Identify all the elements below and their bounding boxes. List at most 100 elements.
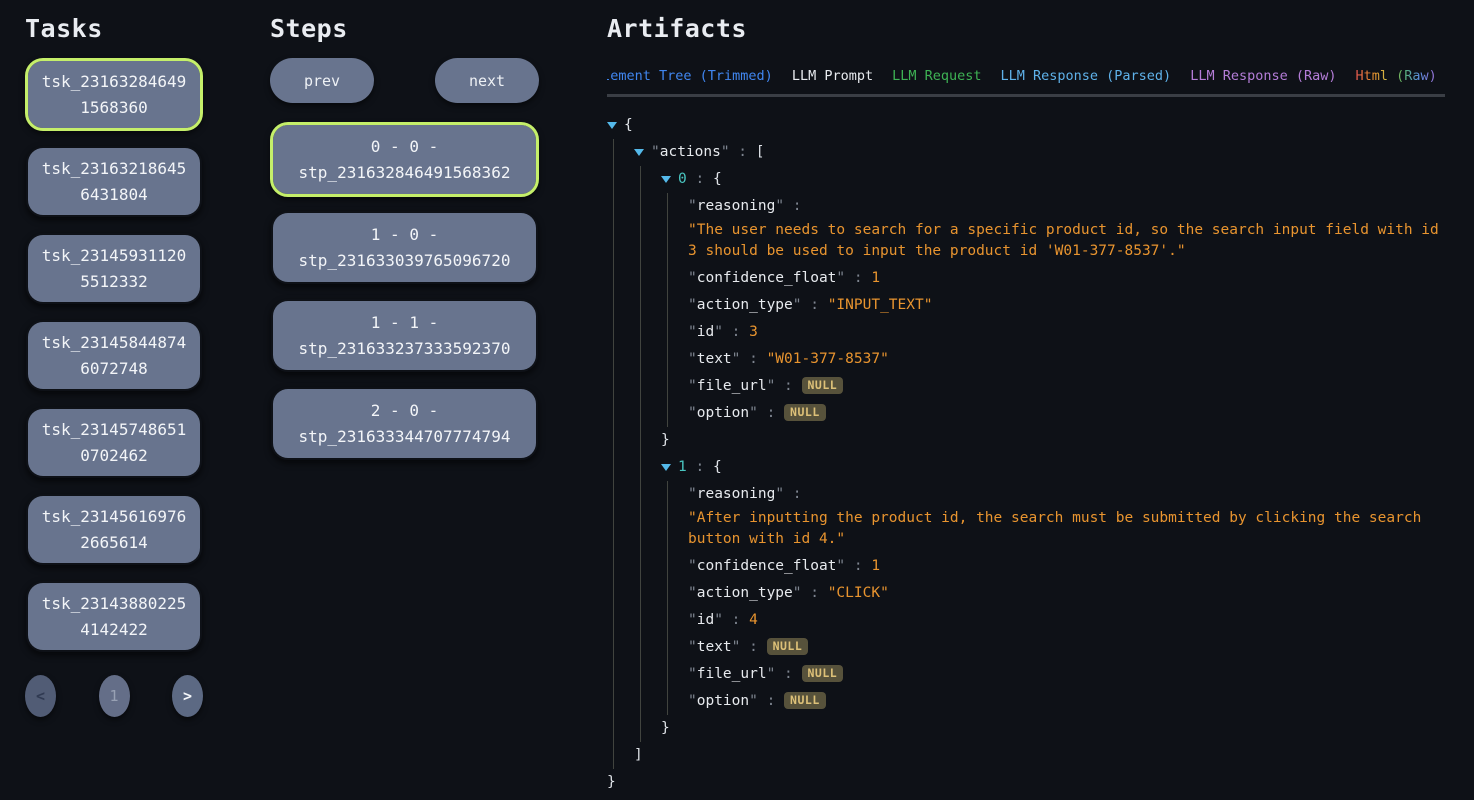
json-row-content: "option" : NULL: [688, 403, 1445, 424]
indent-guide: [607, 691, 634, 712]
tab-element-tree-trimmed[interactable]: Element Tree (Trimmed): [607, 67, 773, 94]
indent-guide: [607, 241, 634, 262]
json-token-q: ": [688, 351, 697, 367]
task-item-tsk-231632186456431804[interactable]: tsk_231632186456431804: [25, 145, 203, 218]
json-row-content: 3 should be used to input the product id…: [688, 241, 1445, 262]
collapse-arrow-icon[interactable]: [661, 457, 678, 478]
json-row: }: [607, 715, 1445, 742]
json-token-q: " :: [714, 612, 749, 628]
steps-nav: prev next: [270, 58, 539, 103]
json-row-content: }: [607, 772, 1445, 793]
indent-guide: [661, 583, 688, 604]
json-row-content: 0 : {: [678, 169, 1445, 190]
pagination-prev-button[interactable]: <: [25, 675, 56, 717]
json-token-p: {: [624, 117, 633, 133]
json-row: "confidence_float" : 1: [607, 553, 1445, 580]
indent-guide: [634, 637, 661, 658]
step-item-stp-231633237333592370[interactable]: 1 - 1 - stp_231633237333592370: [270, 298, 539, 373]
indent-guide: [634, 220, 661, 241]
indent-guide: [661, 637, 688, 658]
task-item-tsk-231459311205512332[interactable]: tsk_231459311205512332: [25, 232, 203, 305]
step-item-stp-231633039765096720[interactable]: 1 - 0 - stp_231633039765096720: [270, 210, 539, 285]
task-item-tsk-231457486510702462[interactable]: tsk_231457486510702462: [25, 406, 203, 479]
next-step-button[interactable]: next: [435, 58, 539, 103]
tab-llm-request[interactable]: LLM Request: [892, 67, 981, 94]
collapse-arrow-icon[interactable]: [661, 169, 678, 190]
task-item-tsk-231456169762665614[interactable]: tsk_231456169762665614: [25, 493, 203, 566]
indent-guide: [661, 268, 688, 289]
json-token-p: {: [713, 459, 722, 475]
json-row-content: "text" : "W01-377-8537": [688, 349, 1445, 370]
indent-guide: [634, 610, 661, 631]
json-token-k: option: [697, 405, 749, 421]
json-row: "id" : 4: [607, 607, 1445, 634]
task-item-tsk-231632846491568360[interactable]: tsk_231632846491568360: [25, 58, 203, 131]
json-row-content: "The user needs to search for a specific…: [688, 220, 1445, 241]
json-token-q: ": [688, 297, 697, 313]
indent-guide: [607, 745, 634, 766]
json-row: "id" : 3: [607, 319, 1445, 346]
indent-guide: [661, 556, 688, 577]
json-token-n: 1: [871, 270, 880, 286]
json-row: "confidence_float" : 1: [607, 265, 1445, 292]
tab-html-raw[interactable]: Html (Raw): [1356, 67, 1437, 94]
step-item-stp-231632846491568362[interactable]: 0 - 0 - stp_231632846491568362: [270, 122, 539, 197]
tasks-pagination: < 1 >: [25, 675, 203, 717]
json-token-q: ": [688, 612, 697, 628]
collapse-arrow-icon[interactable]: [607, 115, 624, 136]
pagination-page-1-button[interactable]: 1: [99, 675, 130, 717]
indent-guide: [634, 169, 661, 190]
pagination-next-button[interactable]: >: [172, 675, 203, 717]
null-badge: NULL: [802, 665, 844, 682]
indent-guide: [634, 457, 661, 478]
tab-llm-response-parsed[interactable]: LLM Response (Parsed): [1001, 67, 1172, 94]
json-token-k: text: [697, 351, 732, 367]
null-badge: NULL: [784, 404, 826, 421]
artifacts-title: Artifacts: [607, 12, 1445, 45]
json-row: "text" : "W01-377-8537": [607, 346, 1445, 373]
task-item-tsk-231458448746072748[interactable]: tsk_231458448746072748: [25, 319, 203, 392]
json-token-q: ": [688, 693, 697, 709]
json-row-content: button with id 4.": [688, 529, 1445, 550]
step-item-stp-231633344707774794[interactable]: 2 - 0 - stp_231633344707774794: [270, 386, 539, 461]
task-item-tsk-231438802254142422[interactable]: tsk_231438802254142422: [25, 580, 203, 653]
json-token-k: id: [697, 612, 714, 628]
json-row-content: ]: [634, 745, 1445, 766]
json-row: "file_url" : NULL: [607, 661, 1445, 688]
json-row: "The user needs to search for a specific…: [607, 220, 1445, 241]
collapse-arrow-icon[interactable]: [634, 142, 651, 163]
json-row: 0 : {: [607, 166, 1445, 193]
json-row-content: "After inputting the product id, the sea…: [688, 508, 1445, 529]
prev-step-button[interactable]: prev: [270, 58, 374, 103]
indent-guide: [607, 403, 634, 424]
indent-guide: [607, 220, 634, 241]
json-token-s: "After inputting the product id, the sea…: [688, 510, 1421, 526]
json-row-content: "file_url" : NULL: [688, 376, 1445, 397]
json-row: }: [607, 427, 1445, 454]
json-row-content: "file_url" : NULL: [688, 664, 1445, 685]
tab-llm-response-raw[interactable]: LLM Response (Raw): [1190, 67, 1336, 94]
json-row-content: "confidence_float" : 1: [688, 268, 1445, 289]
json-token-k: confidence_float: [697, 270, 837, 286]
tasks-panel: Tasks tsk_231632846491568360tsk_23163218…: [25, 12, 203, 717]
json-token-q: ": [688, 639, 697, 655]
indent-guide: [634, 322, 661, 343]
indent-guide: [607, 718, 634, 739]
indent-guide: [634, 529, 661, 550]
json-token-k: reasoning: [697, 198, 776, 214]
json-token-x: 0: [678, 171, 687, 187]
json-token-s: "INPUT_TEXT": [828, 297, 933, 313]
json-row-content: "id" : 3: [688, 322, 1445, 343]
json-token-n: 1: [871, 558, 880, 574]
json-row: button with id 4.": [607, 529, 1445, 553]
json-token-s: "W01-377-8537": [767, 351, 889, 367]
indent-guide: [661, 403, 688, 424]
json-row: "reasoning" :: [607, 481, 1445, 508]
json-row: "action_type" : "INPUT_TEXT": [607, 292, 1445, 319]
json-token-p: }: [661, 432, 670, 448]
tab-llm-prompt[interactable]: LLM Prompt: [792, 67, 873, 94]
indent-guide: [607, 430, 634, 451]
null-badge: NULL: [784, 692, 826, 709]
json-token-q: :: [687, 459, 713, 475]
json-token-n: 4: [749, 612, 758, 628]
